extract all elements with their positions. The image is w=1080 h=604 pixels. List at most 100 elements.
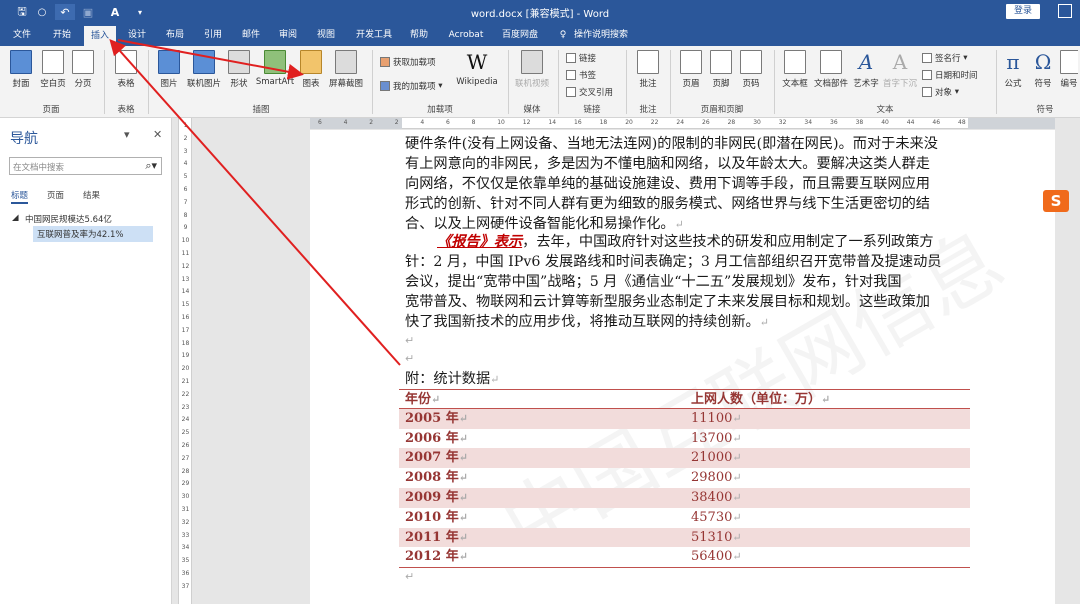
equation-button[interactable]: π 公式 bbox=[1000, 50, 1026, 89]
bookmark-button[interactable]: 书签 bbox=[566, 69, 596, 81]
table-button[interactable]: 表格 bbox=[112, 50, 140, 89]
comment-button[interactable]: 批注 bbox=[634, 50, 662, 89]
cross-reference-button[interactable]: 交叉引用 bbox=[566, 86, 613, 98]
group-label-addins: 加载项 bbox=[427, 105, 453, 115]
collapse-triangle-icon[interactable]: ◢ bbox=[12, 213, 19, 223]
table-cell-users[interactable]: 51310↵ bbox=[691, 528, 742, 548]
nav-heading-item[interactable]: 中国网民规模达5.64亿 bbox=[25, 213, 112, 225]
tab-mailings[interactable]: 邮件 bbox=[238, 27, 264, 44]
cell-text: 45730 bbox=[691, 509, 733, 525]
tab-design[interactable]: 设计 bbox=[124, 27, 150, 44]
footer-button[interactable]: 页脚 bbox=[708, 50, 734, 89]
appendix-line[interactable]: 附：统计数据↵ bbox=[405, 369, 499, 390]
cover-page-button[interactable]: 封面 bbox=[6, 50, 36, 89]
table-cell-year[interactable]: 2007 年↵ bbox=[405, 448, 468, 468]
my-addins-button[interactable]: 我的加载项 ▾ bbox=[380, 80, 442, 92]
body-line[interactable]: 宽带普及、物联网和云计算等新型服务业态制定了未来发展目标和规划。这些政策加 bbox=[405, 292, 930, 312]
body-line[interactable]: 向网络，不仅仅是依靠单纯的基础设施建设、费用下调等手段，而且需要互联网应用 bbox=[405, 174, 930, 194]
body-line[interactable]: 硬件条件(没有上网设备、当地无法连网)的限制的非网民(即潜在网民)。而对于未来没 bbox=[405, 134, 938, 154]
quick-parts-button[interactable]: 文档部件 bbox=[812, 50, 850, 89]
get-addins-button[interactable]: 获取加载项 bbox=[380, 56, 436, 68]
cell-text: 29800 bbox=[691, 470, 733, 486]
tab-developer[interactable]: 开发工具 bbox=[352, 27, 396, 44]
wikipedia-button[interactable]: W Wikipedia bbox=[452, 50, 502, 87]
table-cell-users[interactable]: 56400↵ bbox=[691, 547, 742, 567]
bookmark-icon bbox=[566, 70, 576, 80]
tab-view[interactable]: 视图 bbox=[313, 27, 339, 44]
tab-review[interactable]: 审阅 bbox=[275, 27, 301, 44]
table-cell-users[interactable]: 45730↵ bbox=[691, 508, 742, 528]
wordart-button[interactable]: A 艺术字 bbox=[852, 50, 880, 89]
tab-acrobat[interactable]: Acrobat bbox=[444, 27, 488, 44]
header-button[interactable]: 页眉 bbox=[678, 50, 704, 89]
table-row: 2011 年↵ 51310↵ bbox=[399, 527, 970, 548]
nav-search-input[interactable]: 在文档中搜索 ⌕▾ bbox=[9, 157, 162, 175]
sogou-ime-icon[interactable]: S bbox=[1043, 190, 1069, 212]
blank-page-button[interactable]: 空白页 bbox=[38, 50, 68, 89]
table-cell-users[interactable]: 29800↵ bbox=[691, 468, 742, 488]
chevron-down-icon[interactable]: ▾ bbox=[124, 128, 130, 141]
picture-button[interactable]: 图片 bbox=[156, 50, 182, 89]
cell-text: 11100 bbox=[691, 410, 733, 426]
search-icon[interactable]: ⌕▾ bbox=[145, 159, 157, 173]
nav-heading-item-selected[interactable]: 互联网普及率为42.1% bbox=[33, 226, 153, 242]
statistics-table[interactable]: 年份↵ 上网人数（单位：万）↵ 2005 年↵ 11100↵ 2006 年↵ 1370… bbox=[399, 389, 970, 569]
table-cell-users[interactable]: 21000↵ bbox=[691, 448, 742, 468]
ribbon-display-options-icon[interactable] bbox=[1058, 4, 1072, 18]
tab-baidu-netdisk[interactable]: 百度网盘 bbox=[498, 27, 542, 44]
table-cell-users[interactable]: 38400↵ bbox=[691, 488, 742, 508]
online-video-icon bbox=[521, 50, 543, 74]
table-cell-users[interactable]: 13700↵ bbox=[691, 429, 742, 449]
textbox-button[interactable]: 文本框 bbox=[780, 50, 810, 89]
table-cell-year[interactable]: 2012 年↵ bbox=[405, 547, 468, 567]
nav-tab-pages[interactable]: 页面 bbox=[47, 189, 64, 201]
object-button[interactable]: 对象 ▾ bbox=[922, 86, 959, 98]
drop-cap-button[interactable]: A 首字下沉 bbox=[882, 50, 918, 89]
body-line[interactable]: 《报告》表示，去年，中国政府针对这些技术的研发和应用制定了一系列政策方 bbox=[437, 232, 934, 252]
login-button[interactable]: 登录 bbox=[1006, 4, 1040, 19]
smartart-button[interactable]: SmartArt bbox=[254, 50, 296, 87]
page-break-button[interactable]: 分页 bbox=[70, 50, 96, 89]
tab-layout[interactable]: 布局 bbox=[162, 27, 188, 44]
table-cell-year[interactable]: 2011 年↵ bbox=[405, 528, 468, 548]
ruler-number: 32 bbox=[181, 518, 190, 526]
ruler-number: 34 bbox=[804, 119, 813, 126]
chart-button[interactable]: 图表 bbox=[298, 50, 324, 89]
online-video-button[interactable]: 联机视频 bbox=[512, 50, 552, 89]
nav-tab-headings[interactable]: 标题 bbox=[11, 189, 29, 204]
page-number-button[interactable]: 页码 bbox=[738, 50, 764, 89]
number-button[interactable]: 编号 bbox=[1060, 50, 1078, 89]
screenshot-button[interactable]: 屏幕截图 bbox=[326, 50, 366, 89]
tab-insert[interactable]: 插入 bbox=[84, 26, 116, 46]
ruler-number: 11 bbox=[181, 250, 190, 257]
body-line[interactable]: 形式的创新、针对不同人群有更为细致的服务模式、网络世界与线下生活更密切的结 bbox=[405, 194, 930, 214]
date-time-button[interactable]: 日期和时间 bbox=[922, 69, 978, 81]
table-cell-year[interactable]: 2005 年↵ bbox=[405, 409, 468, 429]
body-line[interactable]: 会议，提出“宽带中国”战略；5 月《通信业“十二五”发展规划》发布，针对我国 bbox=[405, 272, 902, 292]
tab-references[interactable]: 引用 bbox=[200, 27, 226, 44]
shapes-button[interactable]: 形状 bbox=[226, 50, 252, 89]
table-cell-year[interactable]: 2009 年↵ bbox=[405, 488, 468, 508]
nav-tab-results[interactable]: 结果 bbox=[83, 189, 100, 201]
body-line[interactable]: 有上网意向的非网民，多是因为不懂电脑和网络，以及年龄太大。要解决这类人群走 bbox=[405, 154, 930, 174]
tab-home[interactable]: 开始 bbox=[49, 27, 75, 44]
symbol-button[interactable]: Ω 符号 bbox=[1030, 50, 1056, 89]
tab-help[interactable]: 帮助 bbox=[405, 27, 433, 44]
table-cell-year[interactable]: 2006 年↵ bbox=[405, 429, 468, 449]
ruler-number: 18 bbox=[599, 119, 608, 126]
ruler-number: 21 bbox=[181, 378, 190, 385]
paragraph-mark: ↵ bbox=[405, 352, 415, 365]
calendar-icon bbox=[922, 70, 932, 80]
table-cell-year[interactable]: 2008 年↵ bbox=[405, 468, 468, 488]
table-cell-year[interactable]: 2010 年↵ bbox=[405, 508, 468, 528]
body-line[interactable]: 针：2 月，中国 IPv6 发展路线和时间表确定；3 月工信部组织召开宽带普及提… bbox=[405, 252, 941, 272]
link-button[interactable]: 链接 bbox=[566, 52, 596, 64]
table-cell-users[interactable]: 11100↵ bbox=[691, 409, 742, 429]
body-line[interactable]: 快了我国新技术的应用步伐，将推动互联网的持续创新。↵ bbox=[405, 312, 769, 333]
tab-file[interactable]: 文件 bbox=[10, 27, 34, 44]
close-icon[interactable]: ✕ bbox=[153, 128, 162, 141]
online-picture-button[interactable]: 联机图片 bbox=[184, 50, 224, 89]
signature-line-button[interactable]: 签名行 ▾ bbox=[922, 52, 967, 64]
tell-me-search[interactable]: 操作说明搜索 bbox=[574, 27, 638, 44]
table-row: 2007 年↵ 21000↵ bbox=[399, 448, 970, 469]
